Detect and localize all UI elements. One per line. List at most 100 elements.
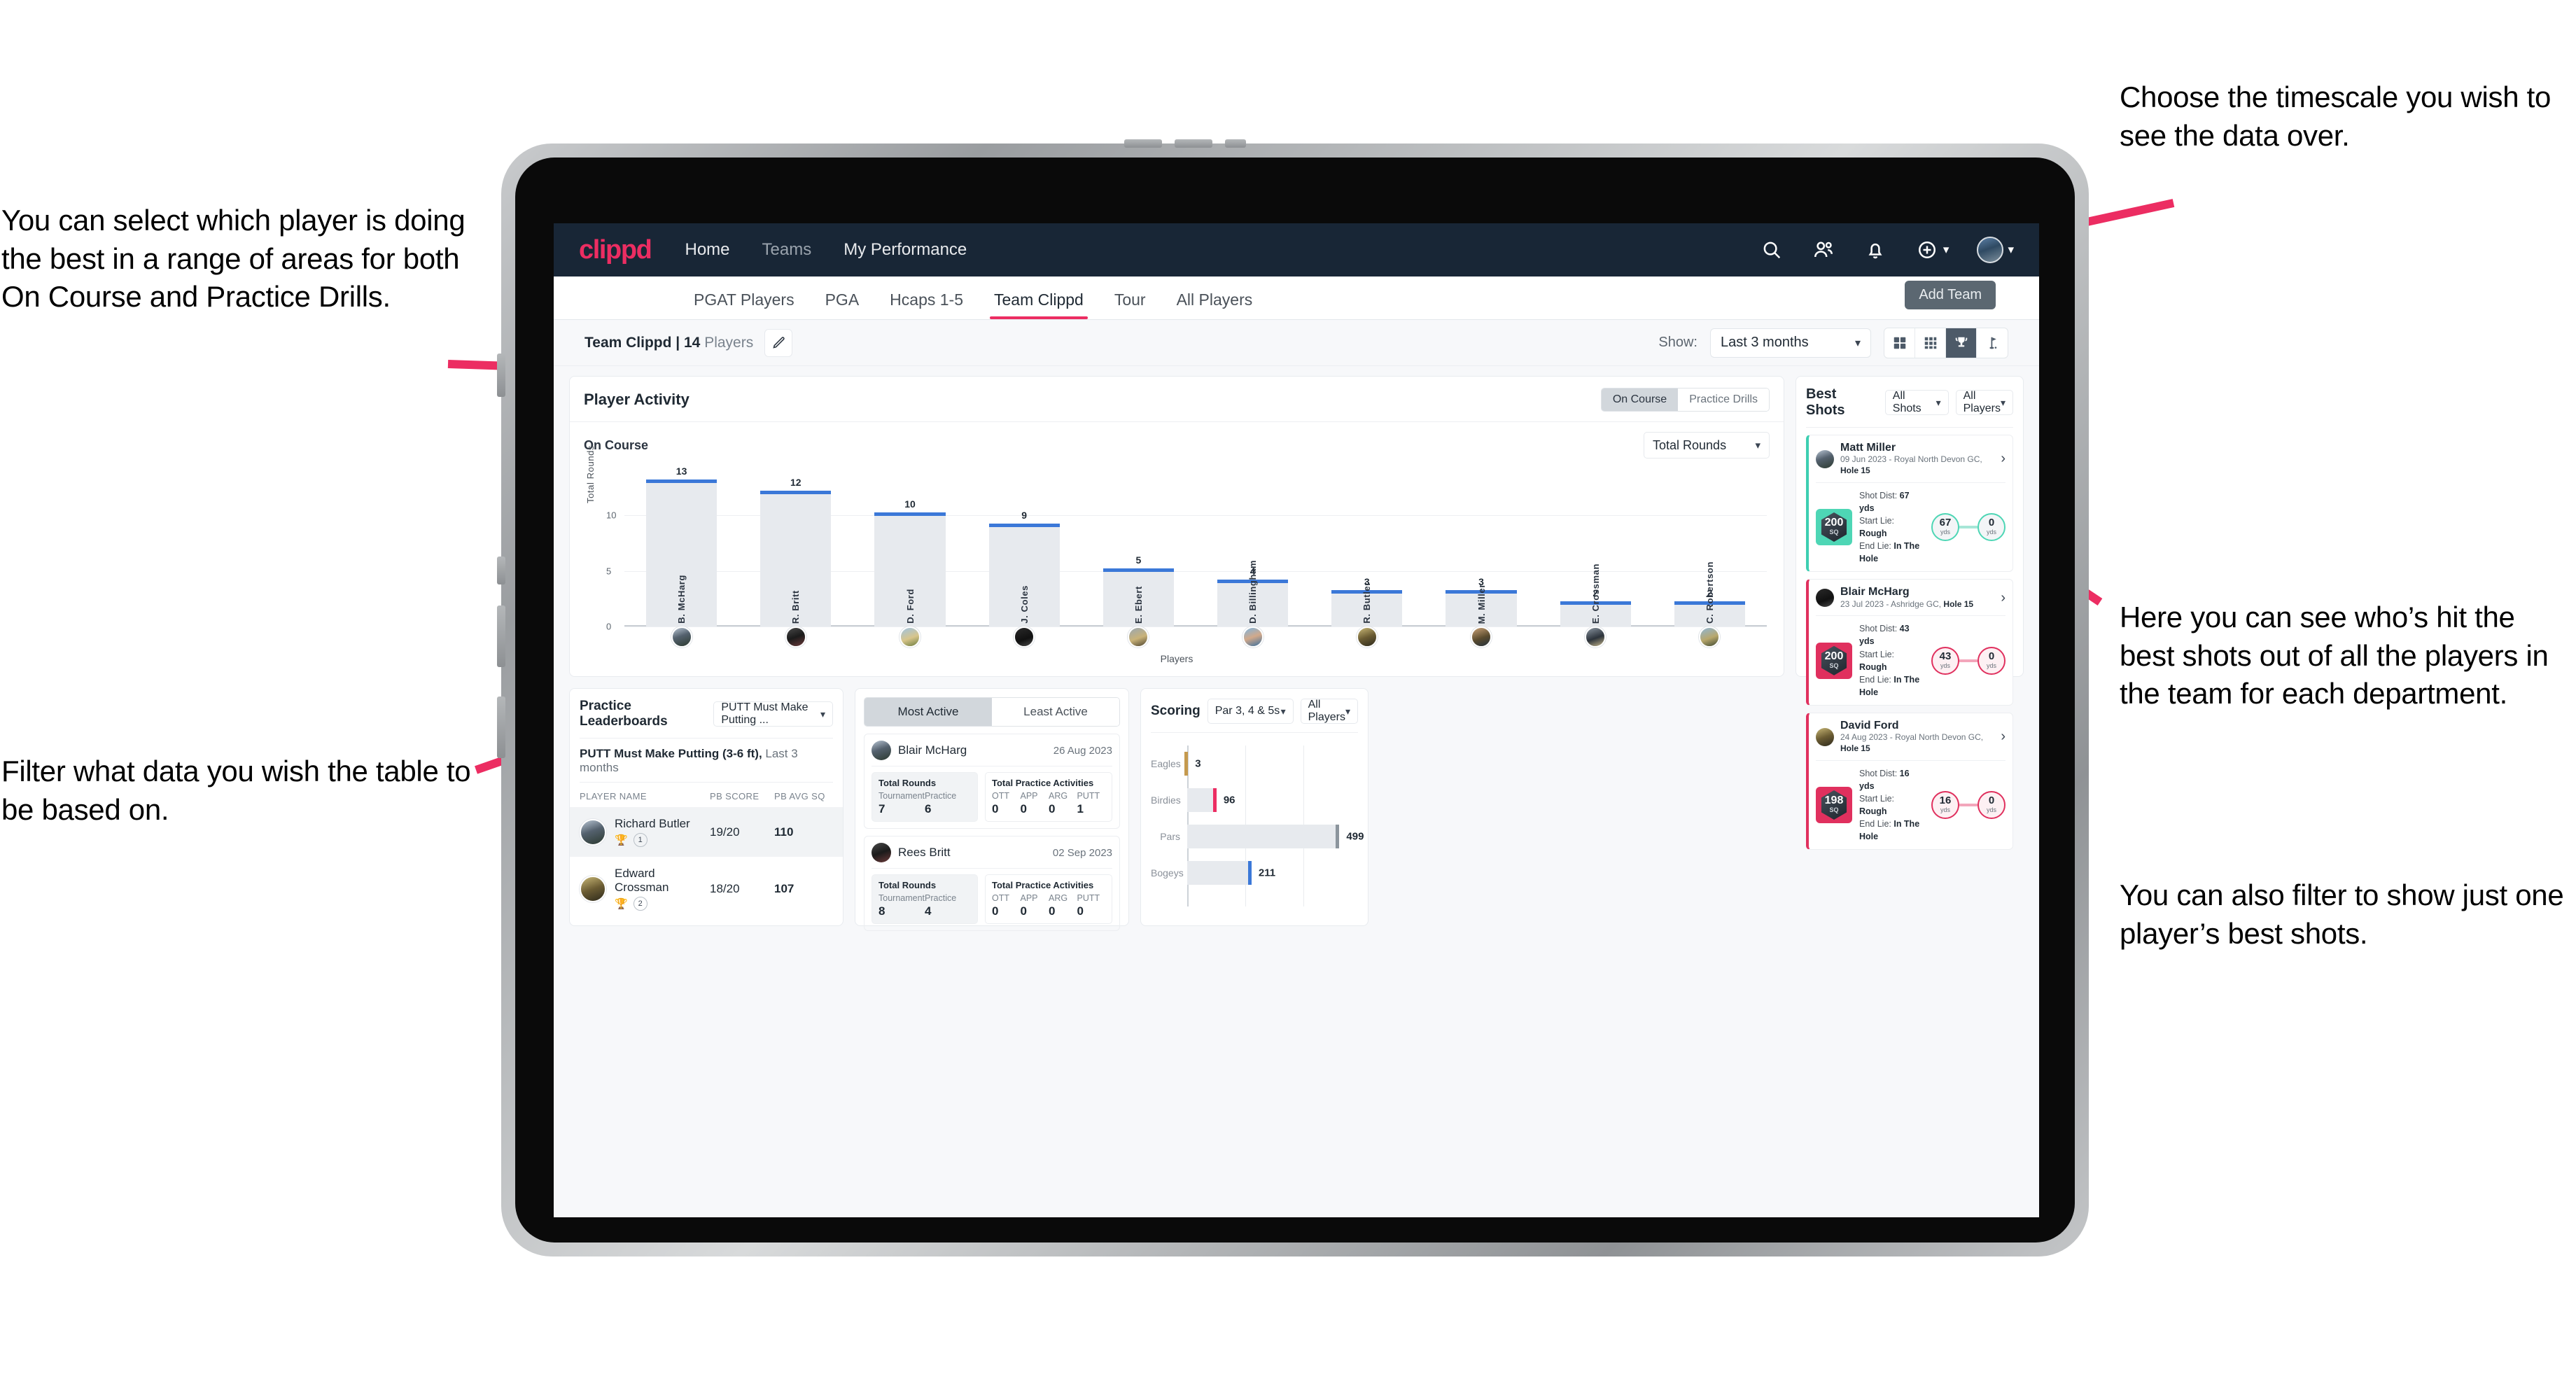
tab-most-active[interactable]: Most Active (864, 698, 992, 726)
chart-bar-label: C. Robertson (1704, 561, 1715, 624)
scoring-player-filter[interactable]: All Players ▾ (1300, 699, 1358, 724)
tab-least-active[interactable]: Least Active (992, 698, 1119, 726)
avatar[interactable] (1699, 626, 1721, 648)
plus-circle-icon[interactable] (1915, 238, 1939, 262)
chart-bar-label: R. Britt (790, 589, 802, 624)
annotation-right-bottom: You can also filter to show just one pla… (2120, 878, 2564, 950)
drill-select[interactable]: PUTT Must Make Putting ... ▾ (713, 701, 833, 727)
divider (872, 868, 1112, 869)
scoring-bar-row[interactable]: Bogeys 211 (1151, 855, 1358, 891)
metric-select[interactable]: Total Rounds ▾ (1644, 432, 1770, 458)
scoring-bar-row[interactable]: Pars 499 (1151, 818, 1364, 855)
toggle-on-course[interactable]: On Course (1601, 388, 1679, 411)
best-shot-details: Shot Dist: 67 yds Start Lie: Rough End Lie… (1859, 489, 1924, 566)
chart-bar-label: D. Billingham (1247, 560, 1259, 624)
table-row[interactable]: Edward Crossman 🏆 2 18/20 107 (570, 857, 843, 920)
best-shots-shot-filter[interactable]: All Shots ▾ (1884, 390, 1949, 415)
grid-2x2-icon[interactable] (1884, 328, 1915, 358)
chart-bar-group[interactable]: 4 D. Billingham (1196, 471, 1310, 626)
chevron-right-icon[interactable]: › (2001, 590, 2005, 606)
shot-distance-diagram: 43 yds 0 yds (1931, 646, 2005, 675)
avatar[interactable] (785, 626, 806, 648)
chevron-right-icon[interactable]: › (2001, 729, 2005, 745)
avatar[interactable] (671, 626, 692, 648)
practice-leaderboards-header: Practice Leaderboards PUTT Must Make Put… (570, 689, 843, 729)
avatar[interactable] (1242, 626, 1264, 648)
avatar[interactable] (899, 626, 920, 648)
avatar[interactable] (1977, 237, 2004, 263)
tab-pga[interactable]: PGA (810, 290, 875, 319)
best-shot-card-header: Matt Miller 09 Jun 2023 - Royal North Dev… (1809, 435, 2012, 482)
activity-player-card[interactable]: Blair McHarg 26 Aug 2023 Total Rounds Tourn… (864, 734, 1120, 829)
practice-column: OTT 0 (992, 893, 1021, 918)
nav-link-home[interactable]: Home (685, 240, 730, 260)
start-lie-value: Rough (1859, 528, 1887, 538)
best-shot-card[interactable]: Matt Miller 09 Jun 2023 - Royal North Dev… (1806, 435, 2013, 573)
tab-team-clippd[interactable]: Team Clippd (979, 290, 1099, 319)
search-icon[interactable] (1760, 238, 1784, 262)
toggle-practice-drills[interactable]: Practice Drills (1678, 388, 1769, 411)
shot-connector-line (1959, 804, 1977, 807)
best-shot-card[interactable]: David Ford 24 Aug 2023 - Royal North Devo… (1806, 713, 2013, 850)
avatar[interactable] (1356, 626, 1378, 648)
tab-hcaps-1-5[interactable]: Hcaps 1-5 (874, 290, 979, 319)
grid-3x3-icon[interactable] (1915, 328, 1946, 358)
chart-y-axis-label: Total Rounds (585, 444, 596, 503)
flag-icon[interactable] (1977, 328, 2008, 358)
best-shot-card[interactable]: Blair McHarg 23 Jul 2023 - Ashridge GC, H… (1806, 579, 2013, 706)
table-row[interactable]: Richard Butler 🏆 1 19/20 110 (570, 807, 843, 857)
tab-tour[interactable]: Tour (1099, 290, 1161, 319)
chart-bar-value: 9 (1021, 510, 1028, 522)
people-icon[interactable] (1812, 238, 1835, 262)
chart-bar-group[interactable]: 5 E. Ebert (1082, 471, 1196, 626)
trophy-icon[interactable] (1946, 328, 1977, 358)
scoring-bar-row[interactable]: Birdies 96 (1151, 782, 1358, 818)
rounds-value: 6 (925, 802, 932, 816)
hexagon-badge-icon: 200 SQ (1821, 645, 1847, 676)
chart-bar-group[interactable]: 3 M. Miller (1424, 471, 1538, 626)
clippd-logo[interactable]: clippd (579, 235, 652, 265)
tab-all-players[interactable]: All Players (1161, 290, 1268, 319)
chart-bar-group[interactable]: 12 R. Britt (738, 471, 853, 626)
timescale-select[interactable]: Last 3 months ▾ (1710, 328, 1871, 358)
avatar[interactable] (1585, 626, 1606, 648)
activity-player-card[interactable]: Rees Britt 02 Sep 2023 Total Rounds Tournam… (864, 836, 1120, 931)
rounds-key: Tournament (878, 791, 925, 801)
shot-end-node: 0 yds (1977, 512, 2005, 541)
player-activity-header: Player Activity On Course Practice Drill… (570, 377, 1784, 412)
nav-link-teams[interactable]: Teams (762, 240, 812, 260)
chart-bar-group[interactable]: 10 D. Ford (853, 471, 967, 626)
practice-value: 1 (1077, 802, 1084, 816)
chevron-right-icon[interactable]: › (2001, 451, 2005, 467)
bell-icon[interactable] (1863, 238, 1887, 262)
avatar[interactable] (1128, 626, 1149, 648)
best-shots-player-filter[interactable]: All Players ▾ (1955, 390, 2013, 415)
chart-bar-group[interactable]: 3 R. Butler (1310, 471, 1424, 626)
leaderboard-player-name: Richard Butler (615, 817, 690, 830)
user-menu[interactable]: ▾ (1977, 237, 2014, 263)
rounds-key: Practice (925, 791, 957, 801)
shot-dist-value: 43 yds (1859, 624, 1910, 647)
chart-avatar-cell (624, 626, 738, 648)
chart-bar-group[interactable]: 9 J. Coles (967, 471, 1082, 626)
add-menu[interactable]: ▾ (1915, 238, 1949, 262)
column-header-pb-avg-sq: PB AVG SQ (774, 791, 825, 802)
chart-bar-group[interactable]: 13 B. McHarg (624, 465, 738, 626)
shot-quality-badge: 200 SQ (1816, 642, 1852, 679)
practice-activities-title: Total Practice Activities (992, 778, 1094, 788)
start-lie-line: Start Lie: Rough (1859, 649, 1895, 672)
chart-bar-group[interactable]: 2 E. Crossman (1539, 471, 1653, 626)
avatar[interactable] (1014, 626, 1035, 648)
scoring-par-filter[interactable]: Par 3, 4 & 5s ▾ (1207, 699, 1294, 724)
avatar[interactable] (1471, 626, 1492, 648)
scoring-card: Scoring Par 3, 4 & 5s ▾ All Players ▾ Ea… (1140, 688, 1368, 926)
scoring-bar-row[interactable]: Eagles 3 (1151, 746, 1358, 782)
avatar (580, 875, 606, 902)
shot-quality-badge: 200 SQ (1816, 508, 1852, 545)
chart-bar-group[interactable]: 2 C. Robertson (1653, 471, 1767, 626)
edit-team-button[interactable] (764, 328, 793, 357)
sub-header-controls: Show: Last 3 months ▾ (1658, 327, 2008, 358)
nav-link-my-performance[interactable]: My Performance (844, 240, 967, 260)
tab-pgat-players[interactable]: PGAT Players (678, 290, 810, 319)
scoring-bar-cap (1336, 825, 1340, 848)
